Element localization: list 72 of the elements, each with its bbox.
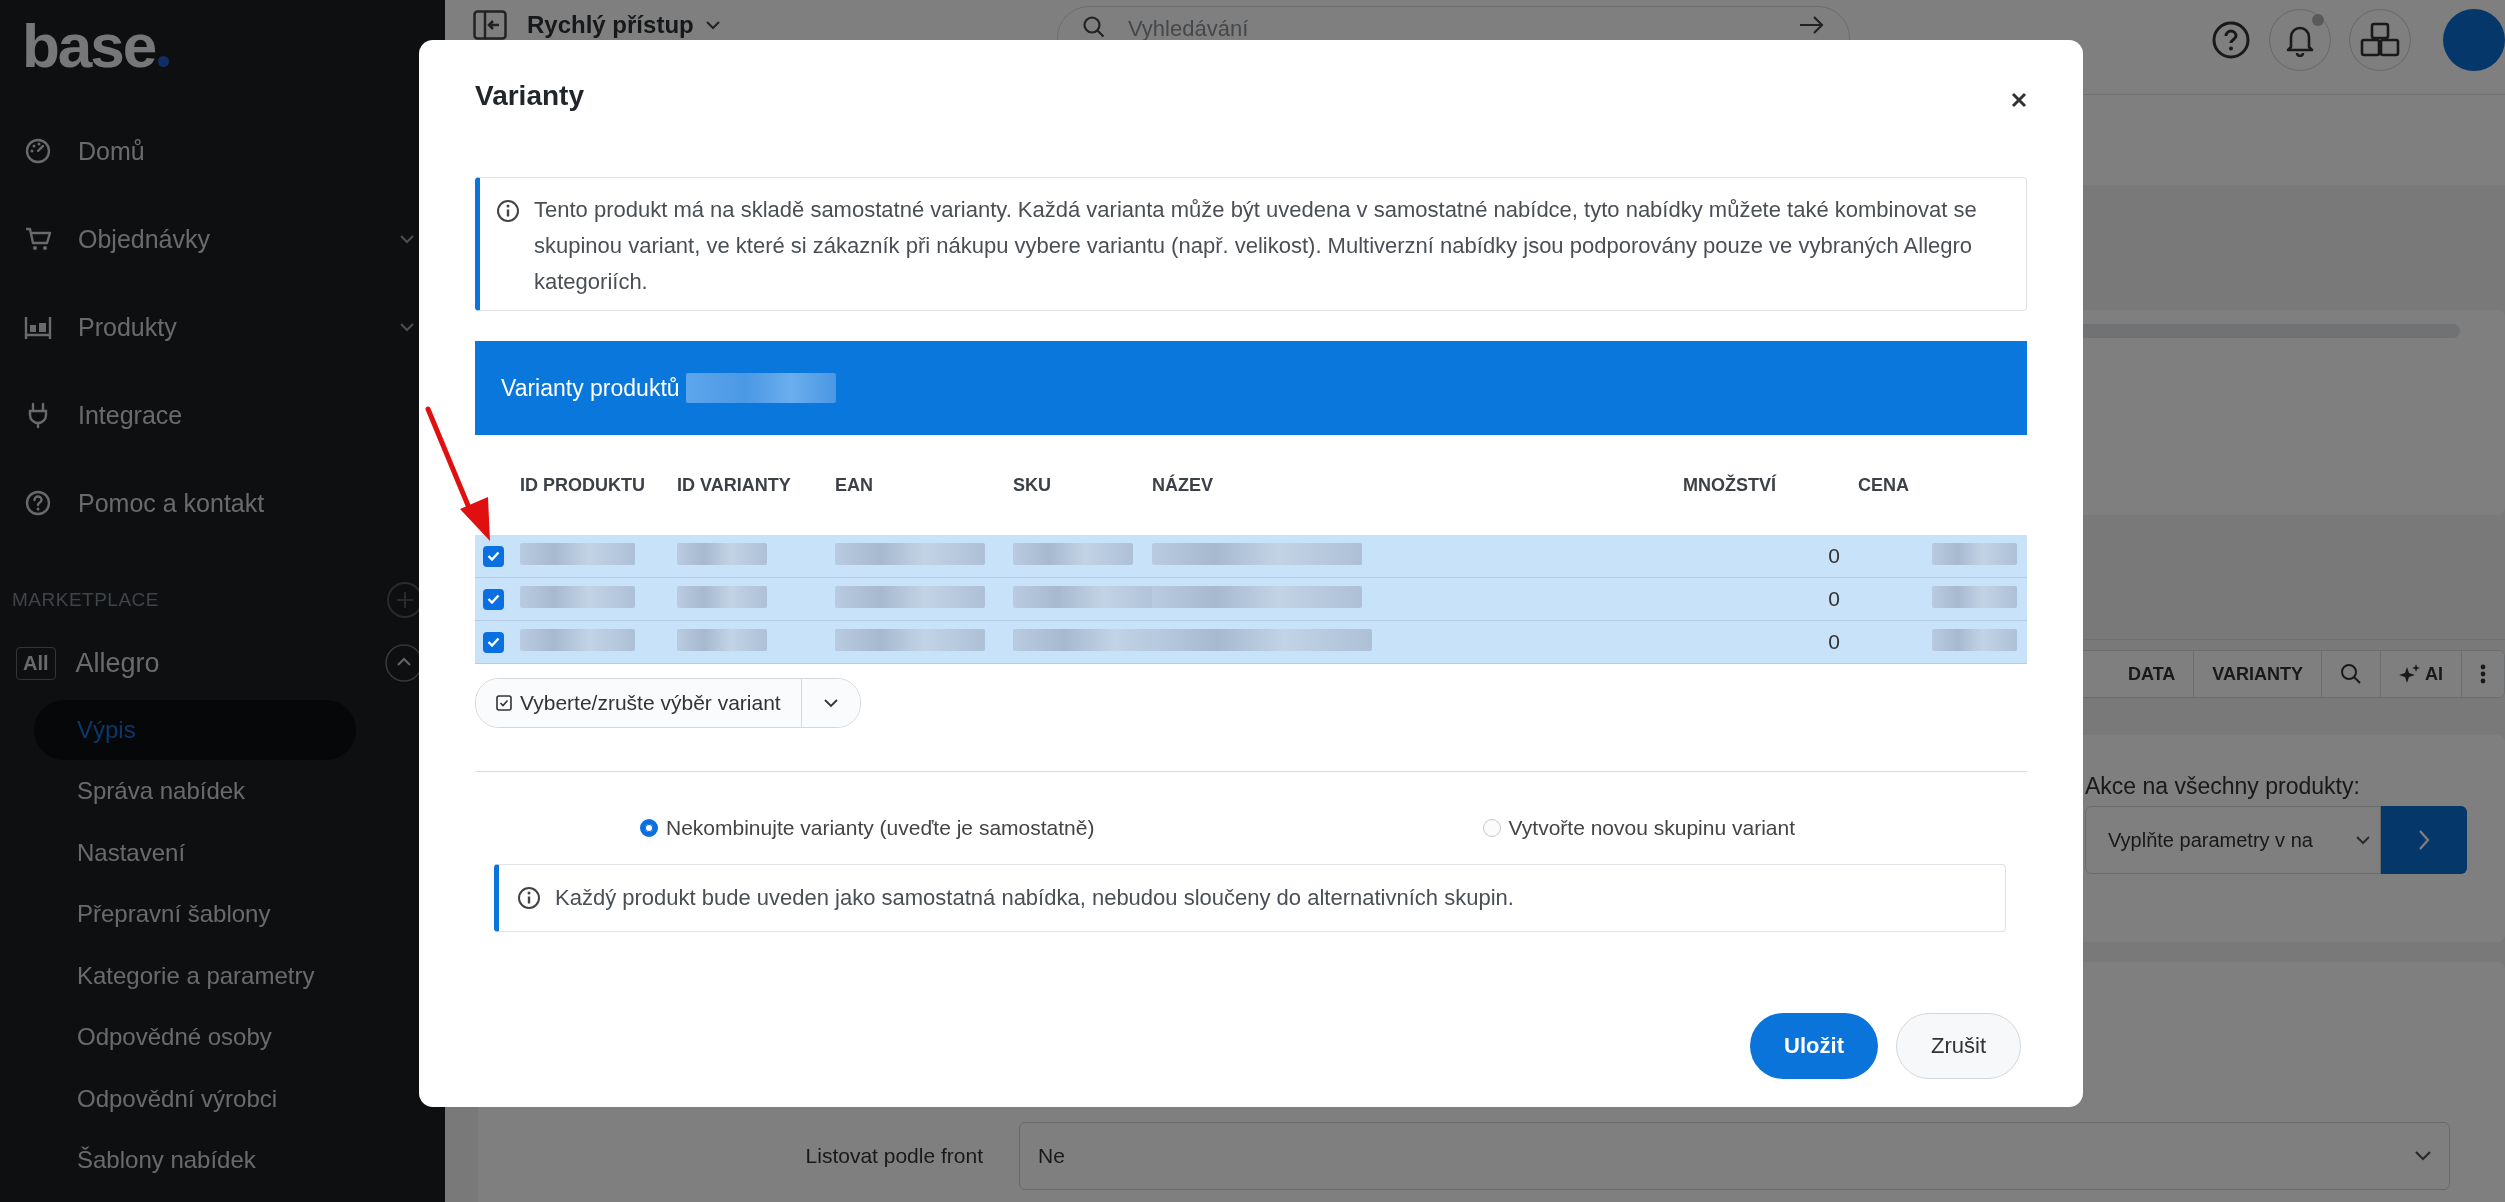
bulk-action-select[interactable]: Vyplňte parametry v na: [2085, 806, 2381, 874]
channel-label[interactable]: Allegro: [75, 647, 385, 679]
submenu-item[interactable]: Šablony nabídek: [34, 1130, 356, 1190]
nav-item[interactable]: Objednávky: [0, 195, 445, 283]
all-badge: All: [16, 646, 56, 680]
submenu-item[interactable]: Odpovědné osoby: [34, 1007, 356, 1067]
radio-button[interactable]: [640, 819, 658, 837]
help-icon: [24, 489, 52, 517]
select-variants-button[interactable]: Vyberte/zrušte výběr variant: [476, 679, 801, 727]
submenu-item[interactable]: Přepravní šablony: [34, 884, 356, 944]
search-icon: [2340, 663, 2362, 685]
table-cell-text: 0: [1827, 630, 1841, 654]
logo[interactable]: base: [22, 10, 170, 107]
radio-button[interactable]: [1482, 819, 1501, 837]
info-icon: [496, 199, 520, 223]
column-header: ID VARIANTY: [677, 474, 792, 496]
sparkle-icon: [2399, 663, 2421, 685]
submenu-item[interactable]: Kategorie a parametry: [34, 945, 356, 1006]
listing-select[interactable]: Ne: [1019, 1122, 2450, 1190]
column-header: MNOŽSTVÍ: [1683, 474, 1778, 496]
submenu-item[interactable]: Odpovědní výrobci: [34, 1068, 356, 1129]
nav-item[interactable]: Pomoc a kontakt: [0, 459, 445, 547]
search-input[interactable]: Vyhledávání: [1126, 15, 1779, 43]
nav-item[interactable]: Produkty: [0, 283, 445, 371]
column-header: ID PRODUKTU: [520, 474, 646, 496]
checkbox[interactable]: [483, 631, 504, 653]
boxes-icon: [2360, 22, 2400, 58]
help-icon[interactable]: [2211, 20, 2251, 60]
gauge-icon: [24, 137, 52, 165]
submenu-item[interactable]: Správa nabídek: [34, 761, 356, 821]
more-button[interactable]: [2461, 651, 2504, 697]
check-icon: [487, 637, 500, 647]
table-cell-text: 0: [1827, 544, 1841, 568]
check-icon: [487, 551, 500, 561]
bulk-action-label: Akce na všechny produkty:: [2085, 773, 2361, 800]
info-icon: [517, 886, 541, 910]
more-icon: [2480, 664, 2486, 684]
table-row[interactable]: 0: [475, 621, 2027, 664]
submenu-item[interactable]: Nastavení: [34, 822, 356, 883]
column-header: SKU: [1013, 474, 1052, 496]
checkbox-icon: [496, 695, 512, 711]
panel-toggle-icon[interactable]: [473, 10, 507, 40]
nav-item[interactable]: Integrace: [0, 371, 445, 459]
modal-title: Varianty: [475, 80, 584, 112]
caret-icon: [705, 20, 720, 30]
radio-label[interactable]: Nekombinujte varianty (uveďte je samostatně): [666, 816, 1095, 840]
checkbox[interactable]: [483, 588, 504, 610]
arrow-right-icon[interactable]: [1799, 15, 1825, 35]
checkbox[interactable]: [483, 545, 504, 567]
table-cell-text: 0: [1827, 587, 1841, 611]
close-icon: [2011, 92, 2027, 108]
cart-icon: [24, 225, 52, 253]
check-icon: [487, 594, 500, 604]
chevron-down-icon: [823, 698, 838, 708]
info-text: Tento produkt má na skladě samostatné varianty. Každá varianta může být uvedena v samostatné nabídce, tyto nabídky můžete také kombinovat se skupinou variant, ve které si zákazník při nákupu vybere variantu (např. velikost). Multiverzní nabídky jsou podporovány pouze ve vybraných Allegro kategoriích.: [534, 196, 1978, 296]
column-header: EAN: [835, 474, 874, 496]
search-icon: [1082, 15, 1106, 39]
radio-label[interactable]: Vytvořte novou skupinu variant: [1508, 816, 1795, 840]
table-row[interactable]: 0: [475, 578, 2027, 621]
chevron-down-icon: [2415, 1151, 2431, 1161]
quick-access-button[interactable]: Rychlý přístup: [527, 11, 720, 39]
column-header: NÁZEV: [1152, 474, 1214, 496]
table-title: Varianty produktů: [501, 374, 680, 402]
column-header: CENA: [1858, 474, 1910, 496]
table-row[interactable]: 0: [475, 535, 2027, 578]
nav-item[interactable]: Domů: [0, 107, 445, 195]
chevron-down-icon: [2356, 835, 2370, 845]
cancel-button[interactable]: Zrušit: [1896, 1013, 2021, 1079]
save-button[interactable]: Uložit: [1750, 1013, 1878, 1079]
chevron-right-icon: [2418, 829, 2430, 851]
field-label: Listovat podle front: [804, 1144, 983, 1168]
info-text: Každý produkt bude uveden jako samostatná nabídka, nebudou sloučeny do alternativních skupin.: [555, 885, 1514, 911]
